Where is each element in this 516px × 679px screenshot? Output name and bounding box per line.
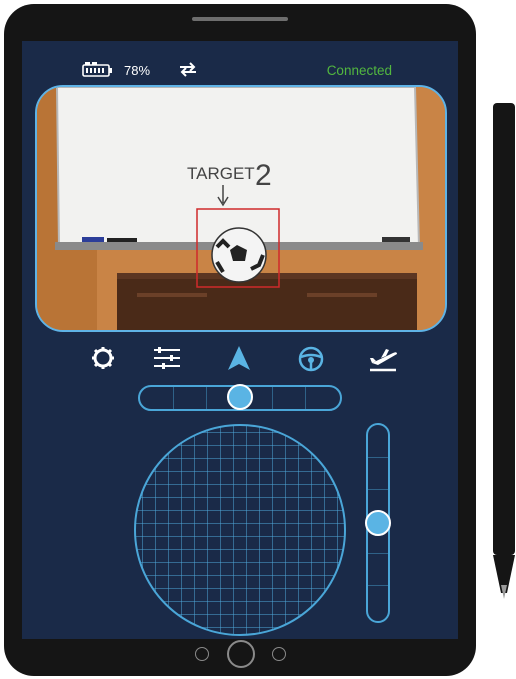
nav-settings[interactable] bbox=[86, 341, 120, 375]
camera-feed[interactable]: TARGET 2 bbox=[35, 85, 447, 332]
nav-takeoff[interactable] bbox=[366, 341, 400, 375]
control-mode-nav bbox=[22, 341, 458, 375]
home-button[interactable] bbox=[227, 640, 255, 668]
steering-wheel-icon bbox=[298, 346, 324, 372]
sync-icon[interactable] bbox=[178, 61, 198, 77]
nav-navigate[interactable] bbox=[222, 341, 256, 375]
status-bar: 78% Connected bbox=[22, 59, 458, 81]
joystick-pad[interactable] bbox=[134, 424, 346, 636]
settings-gear-icon bbox=[92, 347, 114, 369]
navigation-arrow-icon bbox=[228, 346, 250, 370]
whiteboard-target-text: TARGET bbox=[187, 164, 255, 183]
tablet-device: 78% Connected TARGET 2 bbox=[4, 4, 476, 676]
app-screen: 78% Connected TARGET 2 bbox=[22, 41, 458, 639]
whiteboard-number-text: 2 bbox=[255, 159, 272, 192]
tablet-speaker bbox=[192, 17, 288, 21]
horizontal-slider-knob[interactable] bbox=[227, 384, 253, 410]
nav-adjustments[interactable] bbox=[150, 341, 184, 375]
right-hardware-button[interactable] bbox=[272, 647, 286, 661]
battery-percentage: 78% bbox=[124, 63, 151, 78]
takeoff-plane-icon bbox=[370, 349, 397, 372]
stylus-pen bbox=[493, 103, 515, 599]
sliders-list-icon bbox=[154, 347, 180, 369]
connection-status: Connected bbox=[326, 63, 392, 78]
left-hardware-button[interactable] bbox=[195, 647, 209, 661]
battery-icon bbox=[82, 62, 112, 77]
nav-drive[interactable] bbox=[294, 341, 328, 375]
vertical-slider-knob[interactable] bbox=[365, 510, 391, 536]
